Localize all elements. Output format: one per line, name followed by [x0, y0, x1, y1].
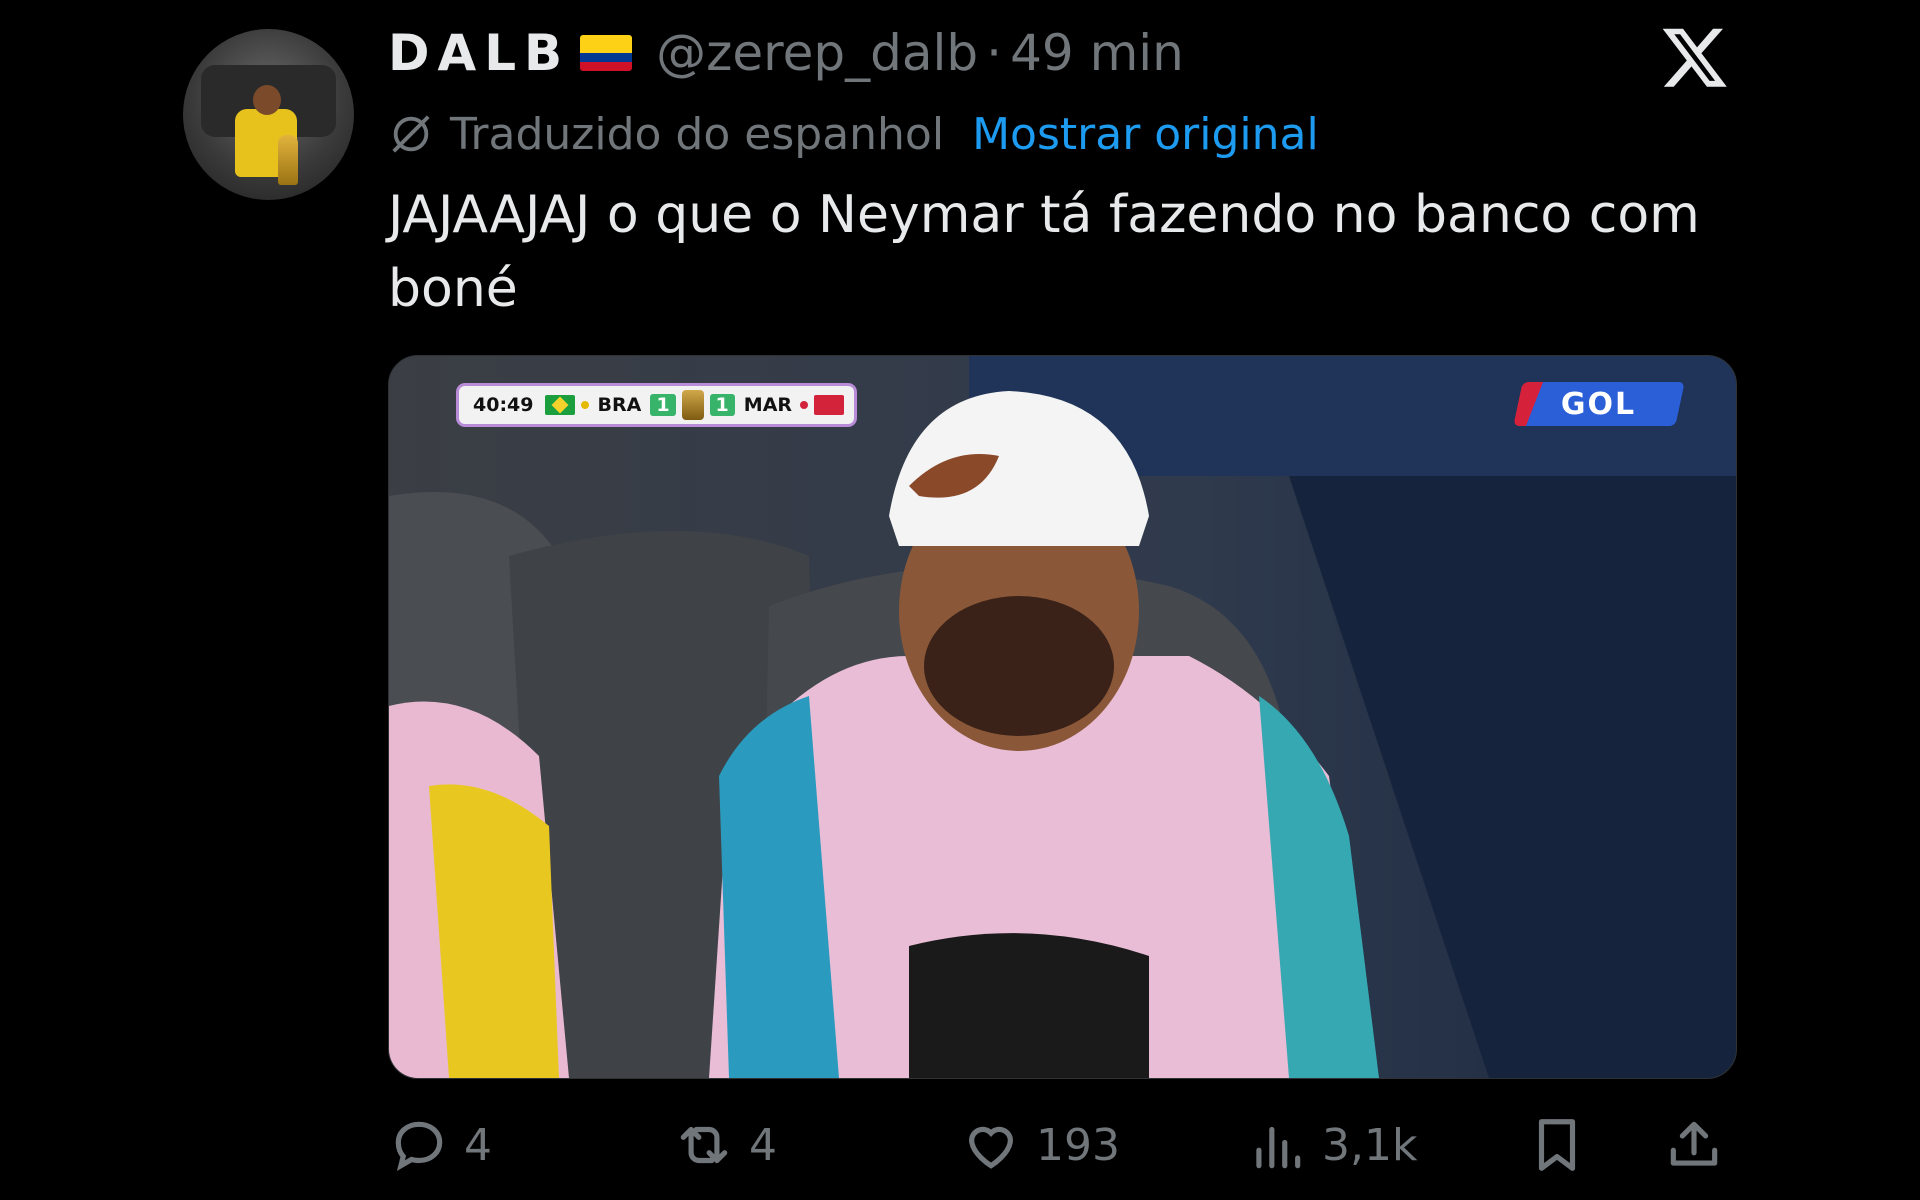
like-count: 193 — [1036, 1119, 1120, 1171]
reply-button[interactable]: 4 — [388, 1105, 492, 1185]
home-team: BRA — [597, 394, 642, 416]
share-button[interactable] — [1663, 1105, 1725, 1185]
bookmark-icon — [1538, 1119, 1576, 1171]
bookmark-button[interactable] — [1526, 1105, 1588, 1185]
away-pip-icon — [800, 401, 809, 409]
translated-label: Traduzido do espanhol — [450, 108, 945, 160]
timestamp[interactable]: 49 min — [1010, 24, 1184, 82]
trophy-icon — [681, 390, 704, 420]
repost-count: 4 — [749, 1119, 777, 1171]
media-photo — [389, 356, 1736, 1078]
broadcaster-logo-text: GOL — [1561, 386, 1637, 422]
separator-dot: · — [986, 24, 1003, 82]
tweet-text: JAJAAJAJ o que o Neymar tá fazendo no ba… — [388, 185, 1700, 319]
tweet-media[interactable]: 40:49 BRA 1 1 MAR GOL — [388, 355, 1737, 1079]
avatar-trophy — [278, 135, 298, 185]
brazil-flag-icon — [545, 395, 576, 415]
reply-icon — [395, 1121, 443, 1171]
home-score: 1 — [650, 394, 676, 416]
like-button[interactable]: 193 — [960, 1105, 1120, 1185]
repost-icon — [680, 1126, 728, 1164]
translation-row: Traduzido do espanhol Mostrar original — [388, 104, 1319, 164]
like-icon — [969, 1126, 1013, 1169]
reply-count: 4 — [464, 1119, 492, 1171]
user-handle[interactable]: @zerep_dalb — [656, 24, 978, 82]
away-team: MAR — [743, 394, 793, 416]
action-bar: 4 4 193 3,1k — [388, 1105, 1738, 1185]
views-count: 3,1k — [1322, 1119, 1418, 1171]
display-name[interactable]: DALB — [388, 24, 570, 82]
broadcaster-logo: GOL — [1513, 382, 1685, 426]
away-score: 1 — [709, 394, 735, 416]
scorebug: 40:49 BRA 1 1 MAR — [459, 386, 855, 424]
colombia-flag-icon — [580, 35, 633, 71]
views-button[interactable]: 3,1k — [1246, 1105, 1417, 1185]
morocco-flag-icon — [814, 395, 845, 415]
x-logo-icon[interactable] — [1660, 22, 1730, 92]
show-original-link[interactable]: Mostrar original — [972, 109, 1319, 160]
avatar[interactable] — [183, 29, 354, 200]
home-pip-icon — [581, 401, 590, 409]
match-clock: 40:49 — [473, 394, 534, 416]
share-icon — [1670, 1121, 1718, 1166]
views-icon — [1256, 1126, 1301, 1169]
tweet-header: DALB @zerep_dalb · 49 min — [388, 20, 1184, 86]
repost-button[interactable]: 4 — [673, 1105, 777, 1185]
tweet: DALB @zerep_dalb · 49 min Traduzido do e… — [0, 0, 1920, 1200]
globe-slash-icon — [392, 115, 430, 153]
avatar-head — [253, 85, 281, 115]
